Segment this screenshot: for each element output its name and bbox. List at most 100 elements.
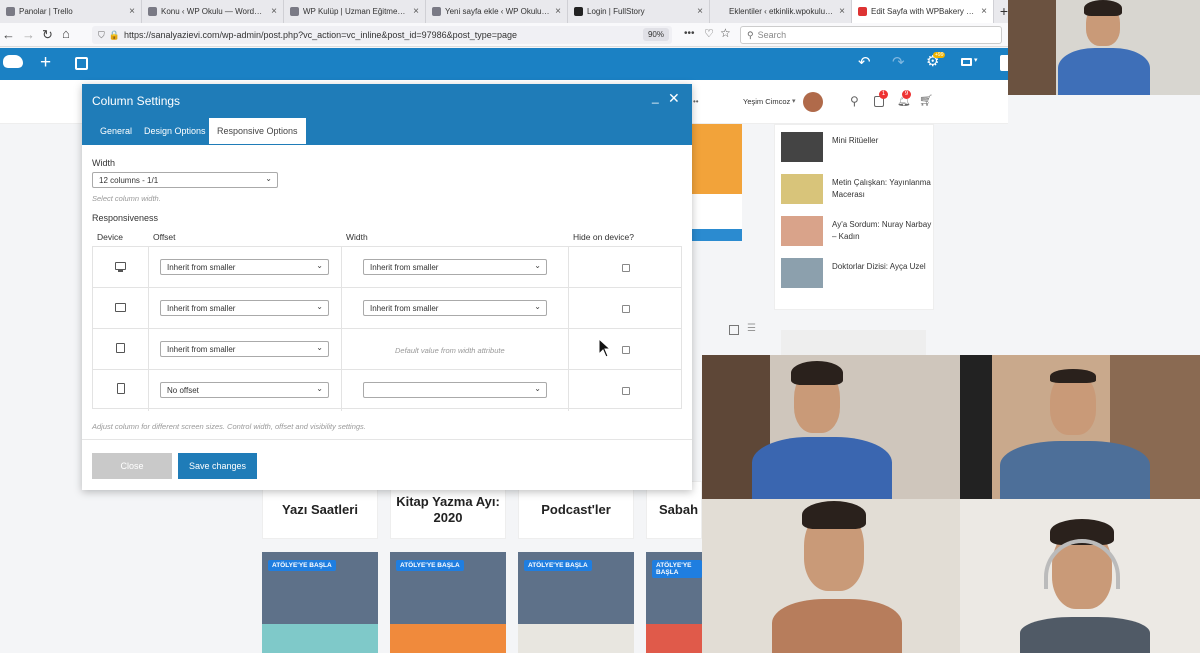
offset-select[interactable]: No offset ⌄ <box>160 382 329 398</box>
post-thumbnail <box>781 258 823 288</box>
undo-icon[interactable]: ↶ <box>858 53 871 71</box>
hide-checkbox[interactable] <box>622 264 630 272</box>
chevron-down-icon: ⌄ <box>316 384 323 393</box>
add-element-icon[interactable]: + <box>40 52 51 74</box>
width-select-tablet[interactable]: Inherit from smaller ⌄ <box>363 300 547 316</box>
cell-divider <box>148 288 149 329</box>
featured-book-image[interactable] <box>692 124 742 241</box>
close-tab-icon[interactable]: × <box>413 6 419 17</box>
browser-tab-yeni-sayfa[interactable]: Yeni sayfa ekle ‹ WP Okulu — × <box>426 0 568 23</box>
hide-checkbox[interactable] <box>622 305 630 313</box>
back-icon[interactable]: ← <box>2 27 15 42</box>
url-text: https://sanalyazievi.com/wp-admin/post.p… <box>123 30 517 40</box>
close-button[interactable]: Close <box>92 453 172 479</box>
avatar[interactable] <box>803 92 823 112</box>
tab-design-options[interactable]: Design Options <box>136 118 214 144</box>
cart-icon[interactable]: 🛒︎ <box>919 94 933 107</box>
browser-tab-trello[interactable]: Panolar | Trello × <box>0 0 142 23</box>
post-thumbnail <box>781 132 823 162</box>
lock-icon: 🔒 <box>108 29 120 40</box>
browser-tab-eklentiler[interactable]: Eklentiler ‹ etkinlik.wpokulu.co × <box>710 0 852 23</box>
browser-tab-active[interactable]: Edit Sayfa with WPBakery Page × <box>852 0 994 23</box>
cloud-logo-icon[interactable] <box>3 55 23 68</box>
offset-select[interactable]: Inherit from smaller ⌄ <box>160 300 329 316</box>
home-icon[interactable]: ⌂ <box>62 26 70 41</box>
grid-view-icon[interactable] <box>729 325 739 335</box>
video-tile-host <box>1008 0 1200 95</box>
dark-edge <box>960 355 992 499</box>
participant-hair <box>802 501 866 529</box>
redo-icon[interactable]: ↷ <box>892 53 905 71</box>
hide-checkbox[interactable] <box>622 387 630 395</box>
close-tab-icon[interactable]: × <box>129 6 135 17</box>
responsiveness-label: Responsiveness <box>92 213 159 223</box>
zoom-level[interactable]: 90% <box>643 28 669 41</box>
close-tab-icon[interactable]: × <box>555 6 561 17</box>
participant-shirt <box>1058 48 1150 95</box>
cell-divider <box>568 247 569 288</box>
workshop-card[interactable]: ATÖLYE'YE BAŞLA <box>518 552 634 653</box>
sidebar-post[interactable]: Metin Çalışkan: Yayınlanma Macerası <box>781 174 931 214</box>
workshop-card[interactable]: ATÖLYE'YE BAŞLA <box>646 552 702 653</box>
offset-select[interactable]: Inherit from smaller ⌄ <box>160 259 329 275</box>
dialog-footer-divider <box>82 439 692 440</box>
width-hint: Select column width. <box>92 194 161 203</box>
sidebar-post[interactable]: Mini Ritüeller <box>781 132 931 172</box>
participant-hand <box>772 599 902 653</box>
width-default-note: Default value from width attribute <box>395 346 505 355</box>
minimize-icon[interactable]: _ <box>652 90 659 104</box>
update-button[interactable] <box>1000 55 1008 71</box>
width-label: Width <box>92 158 116 168</box>
chevron-down-icon[interactable]: ▾ <box>792 97 796 105</box>
chevron-down-icon: ⌄ <box>534 302 541 311</box>
list-view-icon[interactable]: ☰ <box>747 323 756 334</box>
responsive-hint: Adjust column for different screen sizes… <box>92 422 366 431</box>
chevron-down-icon[interactable]: ▾ <box>974 56 978 64</box>
desktop-icon <box>115 262 126 270</box>
menu-dots[interactable]: •• <box>693 97 699 106</box>
offset-select[interactable]: Inherit from smaller ⌄ <box>160 341 329 357</box>
notification-count-badge: 9 <box>902 90 911 99</box>
table-row: No offset ⌄ ⌄ <box>92 369 682 411</box>
hide-checkbox[interactable] <box>622 346 630 354</box>
search-field[interactable]: ⚲ Search <box>740 26 1002 44</box>
tab-general[interactable]: General <box>92 118 140 144</box>
site-icon <box>290 7 299 16</box>
width-select-desktop[interactable]: Inherit from smaller ⌄ <box>363 259 547 275</box>
cell-divider <box>341 247 342 288</box>
browser-tab-wpkulup[interactable]: WP Kulüp | Uzman Eğitmen | P × <box>284 0 426 23</box>
sidebar-post[interactable]: Doktorlar Dizisi: Ayça Uzel <box>781 258 931 298</box>
close-icon[interactable]: ✕ <box>668 90 680 107</box>
pocket-icon[interactable]: ♡ <box>704 27 714 40</box>
shield-icon: ⛉ <box>98 29 105 40</box>
card-image-strip <box>390 624 506 653</box>
responsive-view-icon[interactable] <box>961 58 972 66</box>
browser-tab-fullstory[interactable]: Login | FullStory × <box>568 0 710 23</box>
sidebar-post[interactable]: Ay'a Sordum: Nuray Narbay – Kadın <box>781 216 931 256</box>
save-changes-button[interactable]: Save changes <box>178 453 257 479</box>
address-bar[interactable]: ⛉ 🔒 https://sanalyazievi.com/wp-admin/po… <box>92 26 672 44</box>
close-tab-icon[interactable]: × <box>697 6 703 17</box>
bookmark-star-icon[interactable]: ☆ <box>720 26 731 40</box>
workshop-card[interactable]: ATÖLYE'YE BAŞLA <box>390 552 506 653</box>
user-name[interactable]: Yeşim Cimcoz <box>743 97 790 106</box>
browser-tab-konu[interactable]: Konu ‹ WP Okulu — WordPress × <box>142 0 284 23</box>
close-tab-icon[interactable]: × <box>839 6 845 17</box>
post-thumbnail <box>781 174 823 204</box>
participant-hair <box>1050 369 1096 383</box>
workshop-card[interactable]: ATÖLYE'YE BAŞLA <box>262 552 378 653</box>
reload-icon[interactable]: ↻ <box>42 27 53 43</box>
participant-shirt <box>752 437 892 499</box>
search-icon[interactable]: ⚲ <box>850 94 859 108</box>
forward-icon[interactable]: → <box>22 27 35 42</box>
cell-divider <box>568 288 569 329</box>
more-icon[interactable]: ••• <box>684 28 695 39</box>
tab-responsive-options[interactable]: Responsive Options <box>209 118 306 144</box>
mouse-cursor-icon <box>598 338 612 358</box>
placeholder-block <box>781 330 926 355</box>
templates-icon[interactable] <box>75 57 88 70</box>
close-tab-icon[interactable]: × <box>271 6 277 17</box>
close-tab-icon[interactable]: × <box>981 6 987 17</box>
width-select-mobile[interactable]: ⌄ <box>363 382 547 398</box>
width-select[interactable]: 12 columns - 1/1 ⌄ <box>92 172 278 188</box>
